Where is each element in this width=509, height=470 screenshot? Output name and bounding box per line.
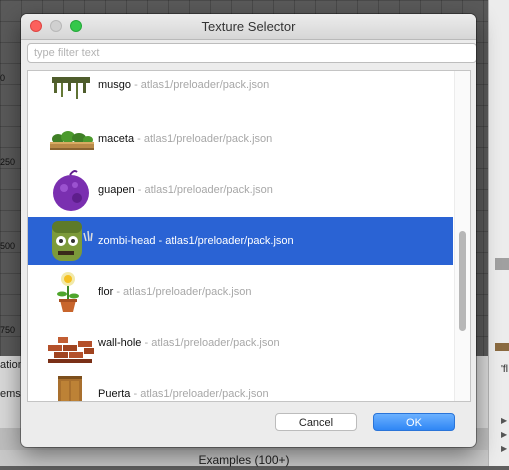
texture-list-item[interactable]: wall-hole - atlas1/preloader/pack.json (28, 319, 453, 367)
expand-arrow-icon[interactable]: ▶ (501, 444, 507, 453)
texture-list-item[interactable]: flor - atlas1/preloader/pack.json (28, 268, 453, 316)
texture-name: flor (98, 286, 114, 298)
ruler-label: 500 (0, 241, 16, 251)
door-sprite-icon (58, 376, 82, 401)
texture-name: wall-hole (98, 337, 142, 349)
purple-blob-sprite-icon (53, 170, 89, 211)
texture-list-item[interactable]: musgo - atlas1/preloader/pack.json (28, 71, 453, 109)
dialog-titlebar[interactable]: Texture Selector (21, 14, 476, 40)
texture-path: - atlas1/preloader/pack.json (113, 286, 252, 298)
cancel-button[interactable]: Cancel (275, 413, 357, 431)
ok-button[interactable]: OK (373, 413, 455, 431)
expand-arrow-icon[interactable]: ▶ (501, 416, 507, 425)
texture-path: - atlas1/preloader/pack.json (134, 133, 273, 145)
texture-path: - atlas1/preloader/pack.json (131, 79, 270, 91)
texture-name: Puerta (98, 388, 131, 400)
texture-name: maceta (98, 133, 135, 145)
flower-pot-sprite-icon (57, 272, 79, 312)
texture-path: - atlas1/preloader/pack.json (130, 388, 269, 400)
texture-list-item[interactable]: guapen - atlas1/preloader/pack.json (28, 166, 453, 214)
texture-list-item[interactable]: maceta - atlas1/preloader/pack.json (28, 115, 453, 163)
texture-selector-dialog: Texture Selector musgo - atlas1/preloade… (21, 14, 476, 447)
zombie-head-sprite-icon (52, 221, 93, 261)
texture-path: - atlas1/preloader/pack.json (141, 337, 280, 349)
texture-path: - atlas1/preloader/pack.json (155, 235, 294, 247)
expand-arrow-icon[interactable]: ▶ (501, 430, 507, 439)
examples-label[interactable]: Examples (100+) (0, 450, 488, 467)
color-swatch (495, 343, 509, 351)
texture-list[interactable]: musgo - atlas1/preloader/pack.json macet… (27, 70, 471, 402)
texture-name: musgo (98, 79, 132, 91)
right-panel-label: 'fl (501, 364, 508, 375)
panel-tab-label[interactable]: ems (0, 388, 21, 400)
filter-input[interactable] (27, 43, 476, 63)
moss-sprite-icon (52, 77, 90, 99)
texture-name: zombi-head (98, 235, 156, 247)
color-swatch (495, 258, 509, 270)
texture-name: guapen (98, 184, 135, 196)
list-scrollbar[interactable] (454, 71, 470, 401)
ruler-label: 750 (0, 325, 16, 335)
ruler-label: 250 (0, 157, 16, 167)
brick-wall-sprite-icon (48, 337, 94, 363)
dialog-title: Texture Selector (201, 19, 296, 34)
texture-list-item[interactable]: Puerta - atlas1/preloader/pack.json (28, 370, 453, 401)
right-side-panel: 'fl ▶ ▶ ▶ (488, 0, 509, 466)
ruler-label: 0 (0, 73, 6, 83)
texture-path: - atlas1/preloader/pack.json (134, 184, 273, 196)
planter-sprite-icon (50, 131, 94, 150)
texture-list-item-selected[interactable]: zombi-head - atlas1/preloader/pack.json (28, 217, 453, 265)
scrollbar-thumb[interactable] (459, 231, 466, 331)
